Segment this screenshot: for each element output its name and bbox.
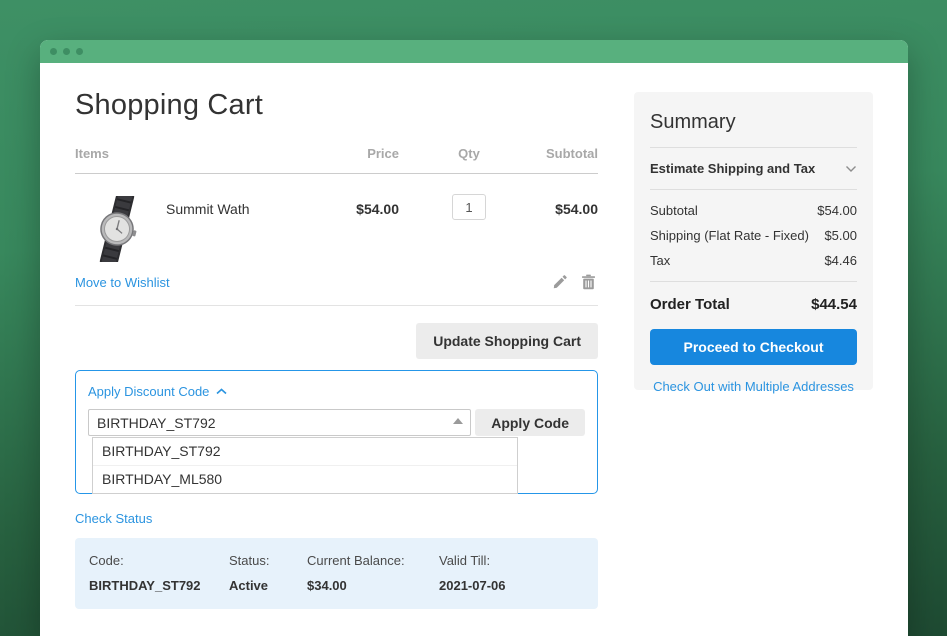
summary-panel: Summary Estimate Shipping and Tax Subtot… — [634, 92, 873, 390]
item-actions-row: Move to Wishlist — [75, 274, 598, 306]
status-label-balance: Current Balance: — [307, 553, 439, 568]
divider — [650, 189, 857, 190]
apply-discount-toggle[interactable]: Apply Discount Code — [88, 384, 227, 399]
discount-input-row: Apply Code — [88, 409, 585, 436]
discount-combo — [88, 409, 471, 436]
window-control-minimize[interactable] — [63, 48, 70, 55]
status-label-code: Code: — [89, 553, 229, 568]
multi-address-checkout-link[interactable]: Check Out with Multiple Addresses — [650, 379, 857, 394]
status-label-valid: Valid Till: — [439, 553, 584, 568]
update-cart-button[interactable]: Update Shopping Cart — [416, 323, 598, 359]
discount-code-dropdown: BIRTHDAY_ST792 BIRTHDAY_ML580 — [92, 437, 518, 494]
summary-row-tax: Tax $4.46 — [650, 253, 857, 268]
browser-window: Shopping Cart Items Price Qty Subtotal — [40, 40, 908, 636]
item-qty-cell — [424, 196, 514, 220]
shipping-value: $5.00 — [824, 228, 857, 243]
edit-item-button[interactable] — [552, 274, 568, 290]
dropdown-option[interactable]: BIRTHDAY_ST792 — [93, 438, 517, 465]
chevron-down-icon — [845, 165, 857, 173]
cart-table-header: Items Price Qty Subtotal — [75, 146, 598, 174]
subtotal-value: $54.00 — [817, 203, 857, 218]
apply-code-button[interactable]: Apply Code — [475, 409, 585, 436]
page-title: Shopping Cart — [75, 89, 598, 122]
delete-item-button[interactable] — [581, 274, 596, 290]
status-label-status: Status: — [229, 553, 307, 568]
window-control-maximize[interactable] — [76, 48, 83, 55]
col-header-qty: Qty — [424, 146, 514, 161]
qty-input[interactable] — [452, 194, 486, 220]
subtotal-label: Subtotal — [650, 203, 698, 218]
item-info: Summit Wath — [75, 196, 308, 262]
estimate-shipping-label: Estimate Shipping and Tax — [650, 161, 815, 176]
pencil-icon — [552, 274, 568, 290]
chevron-up-icon — [216, 388, 227, 395]
product-image-watch — [89, 196, 145, 262]
tax-label: Tax — [650, 253, 670, 268]
summary-row-shipping: Shipping (Flat Rate - Fixed) $5.00 — [650, 228, 857, 243]
page-content: Shopping Cart Items Price Qty Subtotal — [40, 63, 908, 609]
divider — [650, 147, 857, 148]
status-value-status: Active — [229, 578, 307, 593]
move-to-wishlist-link[interactable]: Move to Wishlist — [75, 275, 170, 290]
estimate-shipping-toggle[interactable]: Estimate Shipping and Tax — [650, 161, 857, 176]
dropdown-option[interactable]: BIRTHDAY_ML580 — [93, 465, 517, 493]
combo-collapse-arrow-icon[interactable] — [453, 418, 463, 424]
item-action-icons — [552, 274, 598, 290]
trash-icon — [581, 274, 596, 290]
order-total-value: $44.54 — [811, 296, 857, 313]
shipping-label: Shipping (Flat Rate - Fixed) — [650, 228, 809, 243]
cart-item-row: Summit Wath $54.00 $54.00 — [75, 174, 598, 262]
proceed-to-checkout-button[interactable]: Proceed to Checkout — [650, 329, 857, 365]
discount-code-section: Apply Discount Code Apply Code BIRTHDAY_… — [75, 370, 598, 494]
col-header-subtotal: Subtotal — [514, 146, 598, 161]
item-price: $54.00 — [308, 201, 424, 217]
status-value-balance: $34.00 — [307, 578, 439, 593]
summary-title: Summary — [650, 111, 857, 134]
divider — [650, 281, 857, 282]
gift-card-status-panel: Code: Status: Current Balance: Valid Til… — [75, 538, 598, 609]
cart-section: Shopping Cart Items Price Qty Subtotal — [75, 85, 598, 609]
discount-code-input[interactable] — [88, 409, 471, 436]
window-control-close[interactable] — [50, 48, 57, 55]
tax-value: $4.46 — [824, 253, 857, 268]
status-value-valid: 2021-07-06 — [439, 578, 584, 593]
summary-row-subtotal: Subtotal $54.00 — [650, 203, 857, 218]
product-name[interactable]: Summit Wath — [166, 201, 250, 217]
window-titlebar — [40, 40, 908, 63]
col-header-price: Price — [308, 146, 424, 161]
col-header-items: Items — [75, 146, 308, 161]
status-value-code: BIRTHDAY_ST792 — [89, 578, 229, 593]
update-cart-row: Update Shopping Cart — [75, 323, 598, 359]
check-status-link[interactable]: Check Status — [75, 511, 152, 526]
apply-discount-label: Apply Discount Code — [88, 384, 209, 399]
item-subtotal: $54.00 — [514, 201, 598, 217]
summary-row-order-total: Order Total $44.54 — [650, 296, 857, 313]
order-total-label: Order Total — [650, 296, 730, 313]
